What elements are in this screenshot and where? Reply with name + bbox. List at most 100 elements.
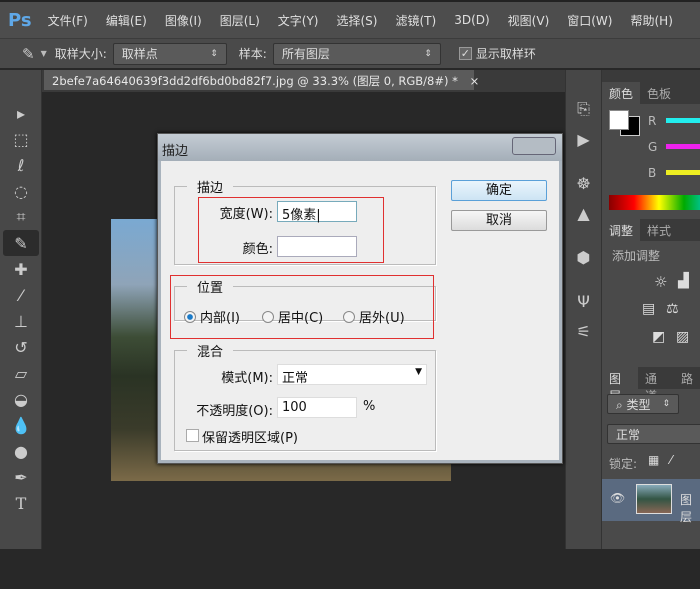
lock-label: 锁定:	[609, 457, 638, 471]
menu-bar: Ps 文件(F) 编辑(E) 图像(I) 图层(L) 文字(Y) 选择(S) 滤…	[0, 0, 700, 38]
eraser-tool-icon[interactable]: ▱	[3, 360, 39, 386]
lock-transparency-icon[interactable]: ▦	[648, 453, 659, 467]
tab-channels[interactable]: 通道	[638, 367, 674, 403]
tab-swatches[interactable]: 色板	[640, 82, 678, 104]
close-tab-icon[interactable]: ×	[470, 74, 480, 88]
color-spectrum[interactable]	[609, 195, 700, 210]
menu-layer[interactable]: 图层(L)	[220, 12, 260, 29]
color-label: 颜色:	[242, 242, 273, 257]
blur-tool-icon[interactable]: 💧	[3, 412, 39, 438]
menu-image[interactable]: 图像(I)	[165, 12, 202, 29]
ok-button[interactable]: 确定	[451, 180, 547, 201]
blend-mode-value: 正常	[616, 427, 641, 442]
tab-styles[interactable]: 样式	[640, 219, 678, 241]
show-ring-label: 显示取样环	[475, 47, 536, 61]
document-tab[interactable]: 2befe7a64640639f3dd2df6bd0bd82f7.jpg @ 3…	[44, 70, 479, 90]
history-icon[interactable]: ⎘	[566, 94, 601, 124]
radio-dot	[262, 310, 274, 323]
sample-select[interactable]: 所有图层 ⇕	[272, 42, 441, 65]
eyedropper-tool-icon[interactable]: ✎	[3, 230, 39, 256]
position-inside-radio[interactable]: 内部(I)	[184, 307, 240, 326]
menu-select[interactable]: 选择(S)	[337, 12, 378, 29]
options-bar: ✎ ▼ 取样大小: 取样点 ⇕ 样本: 所有图层 ⇕ ✓ 显示取样环	[0, 38, 700, 68]
eyedropper-icon[interactable]: ✎	[22, 45, 35, 63]
lasso-tool-icon[interactable]: ℓ	[3, 152, 39, 178]
mode-select[interactable]: 正常 ▼	[277, 364, 427, 386]
tool-preset-chevron-icon[interactable]: ▼	[41, 49, 47, 58]
healing-brush-tool-icon[interactable]: ✚	[3, 256, 39, 282]
paint-bucket-tool-icon[interactable]: ◒	[3, 386, 39, 412]
menu-filter[interactable]: 滤镜(T)	[395, 12, 436, 29]
levels-icon[interactable]: ▟	[678, 273, 689, 289]
color-swatch[interactable]	[277, 236, 357, 257]
navigator-icon[interactable]: ☸	[566, 168, 601, 198]
preserve-transparency-checkbox[interactable]	[186, 429, 199, 442]
opacity-input[interactable]: 100	[277, 397, 357, 418]
brightness-icon[interactable]: ☼	[654, 273, 667, 291]
r-slider[interactable]	[666, 118, 700, 123]
hue-icon[interactable]: ▤	[642, 301, 655, 317]
dialog-close-button[interactable]	[512, 137, 556, 155]
right-panels: 颜色色板 R G B 调整样式 添加调整 ☼ ▟ ▤ ⚖ ◩ ▨ 图层通道路 ⌕…	[602, 70, 700, 549]
move-tool-icon[interactable]: ▸	[3, 100, 39, 126]
brush-tool-icon[interactable]: ⁄	[3, 282, 39, 308]
sample-size-label: 取样大小:	[54, 47, 107, 61]
brush-settings-icon[interactable]: ⚟	[566, 316, 601, 346]
cancel-button[interactable]: 取消	[451, 210, 547, 231]
histogram-icon[interactable]: ▲	[566, 198, 601, 228]
tab-adjustments[interactable]: 调整	[602, 219, 641, 241]
menu-help[interactable]: 帮助(H)	[630, 12, 672, 29]
document-title: 2befe7a64640639f3dd2df6bd0bd82f7.jpg @ 3…	[52, 74, 458, 88]
quick-select-tool-icon[interactable]: ◌	[3, 178, 39, 204]
b-slider[interactable]	[666, 170, 700, 175]
tab-paths[interactable]: 路	[674, 367, 700, 389]
layer-row[interactable]: 👁 图层	[602, 479, 700, 524]
foreground-color-swatch[interactable]	[609, 110, 629, 130]
color-balance-icon[interactable]: ⚖	[666, 301, 679, 317]
opacity-label: 不透明度(O):	[196, 404, 273, 419]
brush-presets-icon[interactable]: Ψ	[566, 286, 601, 316]
photo-filter-icon[interactable]: ◩	[652, 329, 665, 345]
type-tool-icon[interactable]: T	[3, 490, 39, 516]
dialog-title: 描边	[158, 134, 562, 161]
updown-icon: ⇕	[210, 48, 218, 59]
layer-filter-select[interactable]: ⌕ 类型 ⇕	[607, 394, 679, 414]
properties-3d-icon[interactable]: ⬢	[566, 242, 601, 272]
menu-edit[interactable]: 编辑(E)	[106, 12, 147, 29]
updown-icon: ⇕	[424, 48, 432, 59]
layer-thumbnail	[636, 484, 672, 514]
position-center-radio[interactable]: 居中(C)	[262, 307, 323, 326]
sample-size-select[interactable]: 取样点 ⇕	[112, 42, 227, 65]
channel-r-label: R	[648, 114, 657, 128]
menu-view[interactable]: 视图(V)	[508, 12, 550, 29]
g-slider[interactable]	[666, 144, 700, 149]
gradient-map-icon[interactable]: ▨	[676, 329, 689, 345]
visibility-eye-icon[interactable]: 👁	[610, 491, 625, 505]
menu-file[interactable]: 文件(F)	[48, 12, 88, 29]
lock-pixels-icon[interactable]: ⁄	[670, 453, 672, 467]
layer-name: 图层	[680, 493, 693, 524]
marquee-tool-icon[interactable]: ⬚	[3, 126, 39, 152]
actions-play-icon[interactable]: ▶	[566, 124, 601, 154]
channel-b-label: B	[648, 166, 657, 180]
blend-mode-select[interactable]: 正常	[607, 424, 700, 444]
crop-tool-icon[interactable]: ⌗	[3, 204, 39, 230]
tab-layers[interactable]: 图层	[602, 367, 638, 403]
dialog-body: 描边 宽度(W): 5像素| 颜色: 位置 内部(I) 居中(C) 居外(U) …	[161, 161, 559, 460]
panel-icon-column: ⎘ ▶ ☸ ▲ ⬢ Ψ ⚟	[565, 70, 602, 549]
position-outside-radio[interactable]: 居外(U)	[343, 307, 405, 326]
show-ring-checkbox[interactable]: ✓	[458, 47, 472, 60]
stroke-group-legend: 描边	[197, 181, 224, 196]
sample-size-value: 取样点	[121, 47, 158, 61]
menu-type[interactable]: 文字(Y)	[278, 12, 319, 29]
menu-window[interactable]: 窗口(W)	[567, 12, 612, 29]
dodge-tool-icon[interactable]: ●	[3, 438, 39, 464]
width-input[interactable]: 5像素|	[277, 201, 357, 223]
pen-tool-icon[interactable]: ✒	[3, 464, 39, 490]
menu-3d[interactable]: 3D(D)	[454, 13, 489, 27]
mode-value: 正常	[282, 371, 309, 386]
stamp-tool-icon[interactable]: ⊥	[3, 308, 39, 334]
history-brush-tool-icon[interactable]: ↺	[3, 334, 39, 360]
tab-color[interactable]: 颜色	[602, 82, 641, 104]
photoshop-logo: Ps	[8, 9, 32, 31]
